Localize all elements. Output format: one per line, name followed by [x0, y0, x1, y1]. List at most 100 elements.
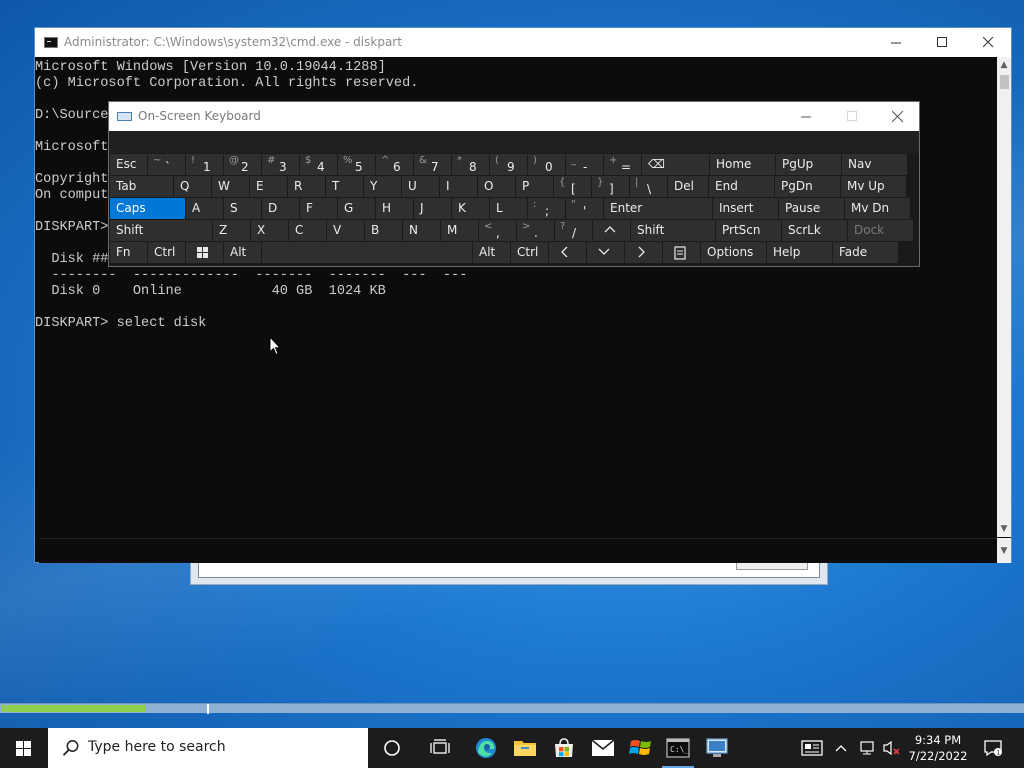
key-del[interactable]: Del — [668, 176, 708, 197]
on-screen-keyboard-window[interactable]: On-Screen Keyboard Esc ~ `! 1 @2 #3 $4% 5 ^ 6 & 7 * 8… — [108, 101, 920, 267]
remote-desktop-button[interactable] — [697, 728, 737, 768]
key-tab[interactable]: Tab — [110, 176, 173, 197]
news-widget-button[interactable] — [792, 728, 832, 768]
key-i[interactable]: I — [440, 176, 477, 197]
key-;[interactable]: :; — [528, 198, 565, 219]
key-5[interactable]: % 5 — [338, 154, 375, 175]
edge-button[interactable] — [466, 728, 506, 768]
key-nav[interactable]: Nav — [842, 154, 907, 175]
key-q[interactable]: Q — [174, 176, 211, 197]
store-button[interactable] — [544, 728, 584, 768]
key-shift[interactable]: Shift — [110, 220, 212, 241]
key-e[interactable]: E — [250, 176, 287, 197]
scroll-thumb[interactable] — [1000, 75, 1009, 89]
windows-flag-button[interactable] — [621, 728, 661, 768]
key-0[interactable]: ) 0 — [528, 154, 565, 175]
key-z[interactable]: Z — [213, 220, 250, 241]
taskbar-clock[interactable]: 9:34 PM 7/22/2022 — [902, 732, 974, 764]
taskbar-search-box[interactable]: Type here to search — [48, 728, 368, 768]
key-end[interactable]: End — [709, 176, 774, 197]
key-arrow-left[interactable] — [549, 242, 586, 263]
close-button[interactable] — [965, 28, 1011, 57]
key-9[interactable]: (9 — [490, 154, 527, 175]
key-space[interactable] — [262, 242, 472, 263]
key-g[interactable]: G — [338, 198, 375, 219]
task-view-button[interactable] — [420, 728, 460, 768]
key-⌫[interactable]: ⌫ — [642, 154, 709, 175]
key-8[interactable]: * 8 — [452, 154, 489, 175]
maximize-button[interactable] — [919, 28, 965, 57]
start-button[interactable] — [0, 728, 48, 768]
scroll-down-arrow-icon[interactable]: ▼ — [997, 546, 1011, 556]
key-a[interactable]: A — [186, 198, 223, 219]
key-windows[interactable] — [186, 242, 223, 263]
key-\[interactable]: | \ — [630, 176, 667, 197]
cmd-titlebar[interactable]: Administrator: C:\Windows\system32\cmd.e… — [35, 28, 1011, 57]
key-][interactable]: }] — [592, 176, 629, 197]
key-7[interactable]: & 7 — [414, 154, 451, 175]
key-2[interactable]: @2 — [224, 154, 261, 175]
key-enter[interactable]: Enter — [604, 198, 712, 219]
key-pgdn[interactable]: PgDn — [775, 176, 840, 197]
key-h[interactable]: H — [376, 198, 413, 219]
key-4[interactable]: $4 — [300, 154, 337, 175]
key-t[interactable]: T — [326, 176, 363, 197]
key-`[interactable]: ~ ` — [148, 154, 185, 175]
key-ctrl[interactable]: Ctrl — [148, 242, 185, 263]
key-insert[interactable]: Insert — [713, 198, 778, 219]
show-hidden-icons-button[interactable] — [828, 728, 854, 768]
key-=[interactable]: + = — [604, 154, 641, 175]
key-.[interactable]: >. — [517, 220, 554, 241]
key-1[interactable]: ! 1 — [186, 154, 223, 175]
key-alt[interactable]: Alt — [224, 242, 261, 263]
key-help[interactable]: Help — [767, 242, 832, 263]
key-fade[interactable]: Fade — [833, 242, 898, 263]
key-d[interactable]: D — [262, 198, 299, 219]
mail-button[interactable] — [583, 728, 623, 768]
key-caps[interactable]: Caps — [110, 198, 185, 219]
key-b[interactable]: B — [365, 220, 402, 241]
key-home[interactable]: Home — [710, 154, 775, 175]
key-dock[interactable]: Dock — [848, 220, 913, 241]
key-/[interactable]: ? / — [555, 220, 592, 241]
key-c[interactable]: C — [289, 220, 326, 241]
key-scrlk[interactable]: ScrLk — [782, 220, 847, 241]
key--[interactable]: _ - — [566, 154, 603, 175]
file-explorer-button[interactable] — [505, 728, 545, 768]
key-o[interactable]: O — [478, 176, 515, 197]
key-pgup[interactable]: PgUp — [776, 154, 841, 175]
scroll-down-arrow-icon[interactable]: ▼ — [997, 521, 1011, 537]
notification-center-button[interactable]: 1 — [978, 728, 1008, 768]
key-3[interactable]: #3 — [262, 154, 299, 175]
cmd-lower-scrollbar[interactable]: ▼ — [997, 538, 1011, 563]
key-v[interactable]: V — [327, 220, 364, 241]
key-j[interactable]: J — [414, 198, 451, 219]
key-u[interactable]: U — [402, 176, 439, 197]
key-shift[interactable]: Shift — [631, 220, 715, 241]
key-arrow-right[interactable] — [625, 242, 662, 263]
key-s[interactable]: S — [224, 198, 261, 219]
key-'[interactable]: " ' — [566, 198, 603, 219]
key-esc[interactable]: Esc — [110, 154, 147, 175]
key-p[interactable]: P — [516, 176, 553, 197]
key-arrow-down[interactable] — [587, 242, 624, 263]
key-mv-dn[interactable]: Mv Dn — [845, 198, 910, 219]
key-n[interactable]: N — [403, 220, 440, 241]
key-6[interactable]: ^ 6 — [376, 154, 413, 175]
key-,[interactable]: <, — [479, 220, 516, 241]
cmd-taskbar-button[interactable]: C:\_ — [658, 728, 698, 768]
key-ctrl[interactable]: Ctrl — [511, 242, 548, 263]
key-l[interactable]: L — [490, 198, 527, 219]
key-y[interactable]: Y — [364, 176, 401, 197]
key-fn[interactable]: Fn — [110, 242, 147, 263]
key-arrow-up[interactable] — [593, 220, 630, 241]
cortana-button[interactable] — [372, 728, 412, 768]
key-prtscn[interactable]: PrtScn — [716, 220, 781, 241]
osk-titlebar[interactable]: On-Screen Keyboard — [109, 102, 919, 131]
key-f[interactable]: F — [300, 198, 337, 219]
osk-close-button[interactable] — [875, 102, 921, 131]
key-r[interactable]: R — [288, 176, 325, 197]
key-m[interactable]: M — [441, 220, 478, 241]
key-options[interactable]: Options — [701, 242, 766, 263]
key-k[interactable]: K — [452, 198, 489, 219]
